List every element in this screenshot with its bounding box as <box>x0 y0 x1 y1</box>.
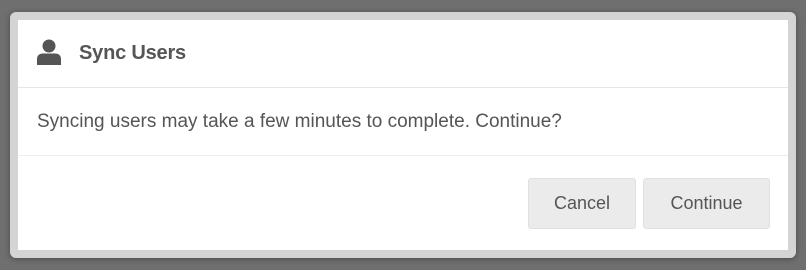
dialog-title: Sync Users <box>79 42 186 64</box>
user-icon <box>37 39 61 65</box>
dialog-message: Syncing users may take a few minutes to … <box>18 89 788 156</box>
dialog-footer: Cancel Continue <box>18 157 788 250</box>
cancel-button[interactable]: Cancel <box>528 178 636 229</box>
continue-button[interactable]: Continue <box>643 178 770 229</box>
sync-users-dialog: Sync Users Syncing users may take a few … <box>10 12 796 258</box>
dialog-header: Sync Users <box>18 20 788 88</box>
